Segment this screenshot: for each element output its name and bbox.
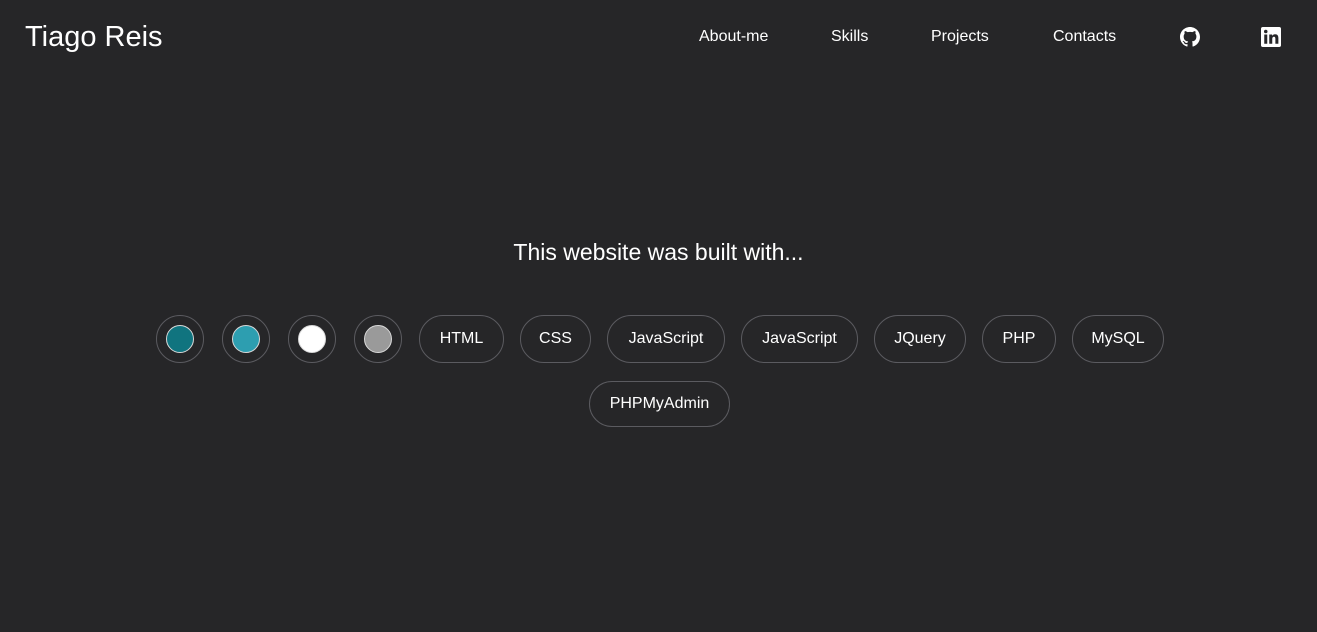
tag-javascript[interactable]: JavaScript: [607, 315, 725, 363]
swatch-dot: [166, 325, 194, 353]
nav-link-projects[interactable]: Projects: [931, 27, 989, 47]
navbar: Tiago Reis About-me Skills Projects Cont…: [0, 0, 1317, 76]
tag-html[interactable]: HTML: [419, 315, 504, 363]
color-swatch-light-teal[interactable]: [222, 315, 270, 363]
nav-link-contacts[interactable]: Contacts: [1053, 27, 1116, 47]
color-swatch-teal[interactable]: [156, 315, 204, 363]
tag-jquery[interactable]: JQuery: [874, 315, 966, 363]
swatch-dot: [364, 325, 392, 353]
swatch-dot: [232, 325, 260, 353]
site-brand[interactable]: Tiago Reis: [25, 19, 163, 55]
linkedin-icon[interactable]: [1261, 27, 1281, 47]
github-icon[interactable]: [1180, 27, 1200, 47]
built-with-heading: This website was built with...: [513, 239, 804, 265]
tag-mysql[interactable]: MySQL: [1072, 315, 1164, 363]
nav-link-about-me[interactable]: About-me: [699, 27, 768, 47]
tag-php[interactable]: PHP: [982, 315, 1056, 363]
swatch-dot: [298, 325, 326, 353]
tag-css[interactable]: CSS: [520, 315, 591, 363]
page: Tiago Reis About-me Skills Projects Cont…: [0, 0, 1317, 632]
color-swatch-gray[interactable]: [354, 315, 402, 363]
tag-javascript-2[interactable]: JavaScript: [741, 315, 858, 363]
tag-phpmyadmin[interactable]: PHPMyAdmin: [589, 381, 730, 427]
nav-link-skills[interactable]: Skills: [831, 27, 868, 47]
color-swatch-white[interactable]: [288, 315, 336, 363]
